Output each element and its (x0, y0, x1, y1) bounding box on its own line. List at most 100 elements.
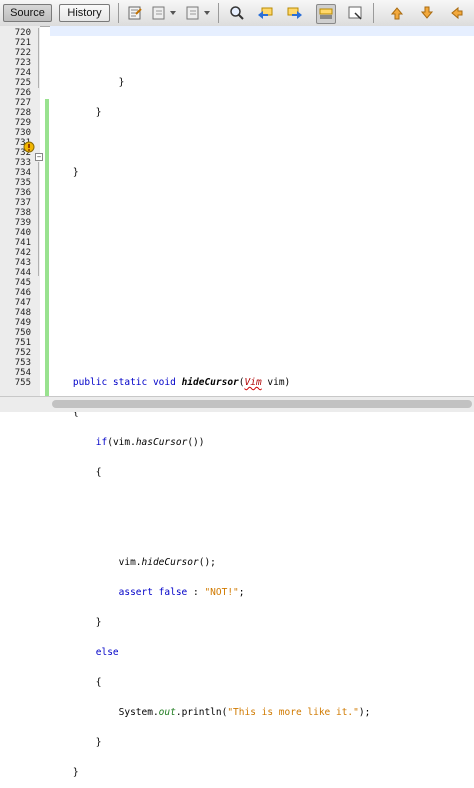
code-keyword: public static void (72, 377, 182, 388)
line-number: 728 (14, 108, 31, 118)
back-icon[interactable] (150, 4, 168, 22)
find-next-icon[interactable] (286, 4, 304, 22)
fold-guide (38, 162, 39, 276)
string-literal: "This is more like it." (227, 707, 359, 718)
code-line: public static void hideCursor(Vim vim) (50, 378, 474, 388)
method-name: hideCursor (181, 377, 239, 388)
source-tab[interactable]: Source (3, 4, 52, 22)
line-number: 748 (14, 308, 31, 318)
static-field: out (158, 707, 176, 718)
line-number: 739 (14, 218, 31, 228)
toolbar-separator (118, 3, 119, 23)
unresolved-type: Vim (244, 377, 262, 388)
line-number: 749 (14, 318, 31, 328)
line-number: 733 (14, 158, 31, 168)
line-number: 746 (14, 288, 31, 298)
line-number: 721 (14, 38, 31, 48)
code-token: .println( (175, 707, 228, 718)
line-number: 742 (14, 248, 31, 258)
code-line: } (50, 767, 79, 778)
line-number: 754 (14, 368, 31, 378)
line-number: 744 (14, 268, 31, 278)
code-line: else (50, 648, 474, 658)
line-number: 724 (14, 68, 31, 78)
history-tab[interactable]: History (59, 4, 110, 22)
line-number: 753 (14, 358, 31, 368)
code-token: : (187, 587, 205, 598)
line-number: 737 (14, 198, 31, 208)
scrollbar-thumb[interactable] (52, 400, 472, 408)
toolbar-separator (373, 3, 374, 23)
last-edit-icon[interactable] (126, 4, 144, 22)
line-number: 751 (14, 338, 31, 348)
code-token: (); (198, 557, 216, 568)
forward-icon[interactable] (184, 4, 202, 22)
line-number: 740 (14, 228, 31, 238)
chevron-down-icon[interactable] (168, 4, 178, 22)
code-line: { (50, 677, 102, 688)
line-number: 741 (14, 238, 31, 248)
toggle-rectangular-selection-icon[interactable] (346, 4, 364, 22)
code-token: ; (238, 587, 245, 598)
code-line: } (50, 617, 102, 628)
editor-toolbar: Source History (0, 0, 474, 27)
chevron-down-icon[interactable] (202, 4, 212, 22)
code-keyword: if (95, 437, 108, 448)
code-line: assert false : "NOT!"; (50, 588, 474, 598)
method-name: hasCursor (135, 437, 188, 448)
code-line: } (50, 737, 102, 748)
line-number: 726 (14, 88, 31, 98)
line-number: 743 (14, 258, 31, 268)
code-token: System. (50, 707, 159, 718)
find-previous-icon[interactable] (256, 4, 274, 22)
line-number: 738 (14, 208, 31, 218)
line-number: 755 (14, 378, 31, 388)
previous-bookmark-icon[interactable] (388, 4, 406, 22)
code-line: } (50, 77, 125, 88)
toggle-highlight-icon[interactable] (316, 4, 336, 24)
line-number: 723 (14, 58, 31, 68)
line-number: 736 (14, 188, 31, 198)
code-keyword: else (95, 647, 119, 658)
find-icon[interactable] (228, 4, 246, 22)
code-line: } (50, 167, 79, 178)
line-number: 730 (14, 128, 31, 138)
string-literal: "NOT!" (204, 587, 239, 598)
line-number: 735 (14, 178, 31, 188)
line-number: 752 (14, 348, 31, 358)
code-token: vim) (261, 377, 291, 388)
code-keyword: assert false (118, 587, 188, 598)
code-line: if(vim.hasCursor()) (50, 438, 474, 448)
code-line: vim.hideCursor(); (50, 558, 474, 568)
line-number: 745 (14, 278, 31, 288)
change-bar (45, 99, 49, 396)
line-number: 722 (14, 48, 31, 58)
line-number: 734 (14, 168, 31, 178)
method-name: hideCursor (141, 557, 199, 568)
warning-icon[interactable] (23, 138, 35, 153)
toggle-bookmark-icon[interactable] (448, 4, 466, 22)
next-bookmark-icon[interactable] (418, 4, 436, 22)
line-number: 747 (14, 298, 31, 308)
code-token: ()) (187, 437, 205, 448)
toolbar-separator (218, 3, 219, 23)
code-token: vim. (50, 557, 142, 568)
line-number: 720 (14, 28, 31, 38)
fold-guide (38, 28, 39, 88)
horizontal-scrollbar[interactable] (0, 396, 474, 412)
code-token: ); (358, 707, 371, 718)
code-line: } (50, 107, 102, 118)
line-number: 727 (14, 98, 31, 108)
line-number-column: 720 721 722 723 724 725 726 727 728 729 730 731 732 7… (0, 28, 31, 388)
code-token: (vim. (107, 437, 136, 448)
line-number: 729 (14, 118, 31, 128)
fold-collapse-icon[interactable]: − (35, 153, 43, 161)
